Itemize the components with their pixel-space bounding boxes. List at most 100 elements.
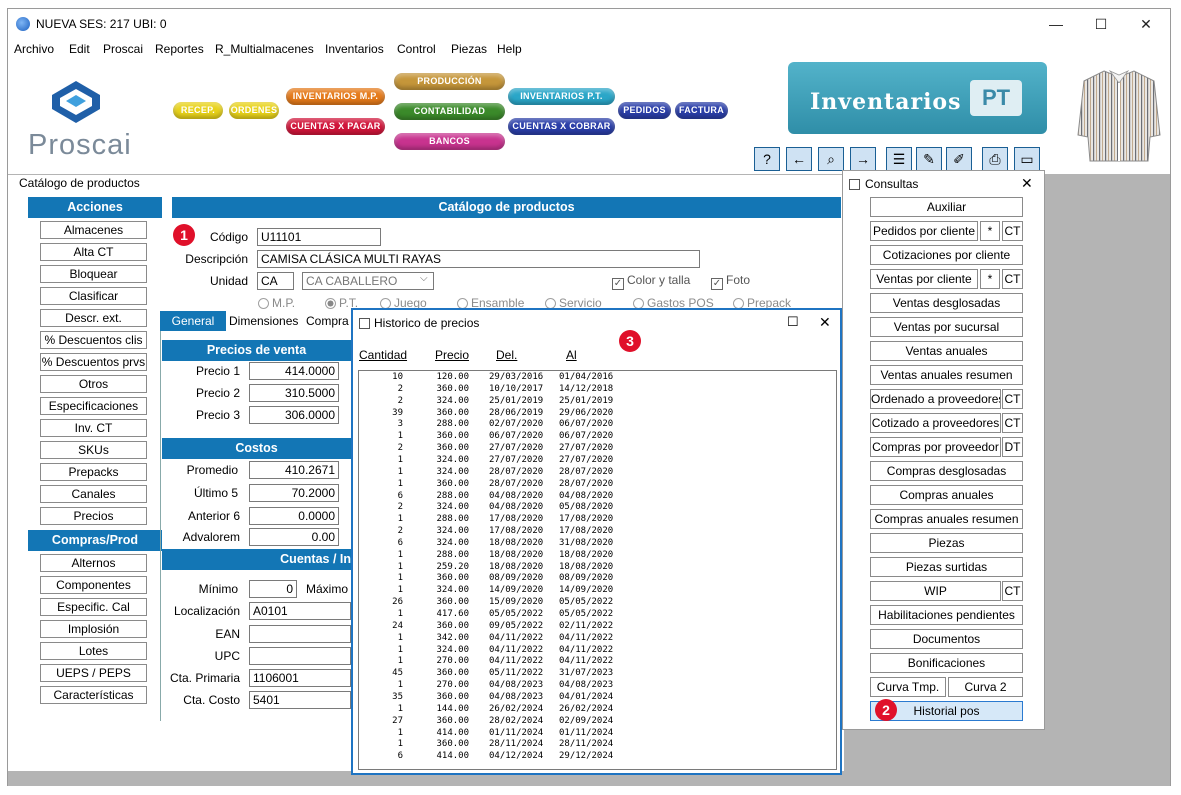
printer-icon[interactable]: ⎙ [982, 147, 1008, 171]
table-row[interactable]: 1 259.20 18/08/2020 18/08/2020 [359, 562, 836, 573]
menu-help[interactable]: Help [497, 42, 522, 56]
curva-tmp-button[interactable]: Curva Tmp. [870, 677, 946, 697]
curva-2-button[interactable]: Curva 2 [948, 677, 1023, 697]
precio1-field[interactable]: 414.0000 [249, 362, 339, 380]
column-cantidad[interactable]: Cantidad [359, 348, 407, 362]
module-recep[interactable]: RECEP. [173, 102, 223, 119]
table-row[interactable]: 1 342.00 04/11/2022 04/11/2022 [359, 633, 836, 644]
precio2-field[interactable]: 310.5000 [249, 384, 339, 402]
table-row[interactable]: 35 360.00 04/08/2023 04/01/2024 [359, 692, 836, 703]
ordenado-proveedores-button[interactable]: Ordenado a proveedores [870, 389, 1001, 409]
menu-reportes[interactable]: Reportes [155, 42, 204, 56]
module-ordenes[interactable]: ORDENES [229, 102, 279, 119]
column-del[interactable]: Del. [496, 348, 517, 362]
inv-ct-button[interactable]: Inv. CT [40, 419, 147, 437]
habilitaciones-pendientes-button[interactable]: Habilitaciones pendientes [870, 605, 1023, 625]
ventas-cliente-star-button[interactable]: * [980, 269, 1000, 289]
table-row[interactable]: 1 360.00 28/07/2020 28/07/2020 [359, 479, 836, 490]
table-row[interactable]: 1 360.00 28/11/2024 28/11/2024 [359, 739, 836, 750]
menu-edit[interactable]: Edit [69, 42, 90, 56]
table-row[interactable]: 2 324.00 04/08/2020 05/08/2020 [359, 502, 836, 513]
documentos-button[interactable]: Documentos [870, 629, 1023, 649]
table-row[interactable]: 1 360.00 08/09/2020 08/09/2020 [359, 573, 836, 584]
table-row[interactable]: 1 288.00 18/08/2020 18/08/2020 [359, 550, 836, 561]
skus-button[interactable]: SKUs [40, 441, 147, 459]
compras-proveedor-button[interactable]: Compras por proveedor [870, 437, 1001, 457]
menu-control[interactable]: Control [397, 42, 436, 56]
piezas-button[interactable]: Piezas [870, 533, 1023, 553]
compras-desglosadas-button[interactable]: Compras desglosadas [870, 461, 1023, 481]
ordenado-proveedores-ct-button[interactable]: CT [1002, 389, 1023, 409]
consultas-close-icon[interactable]: ✕ [1021, 175, 1033, 192]
color-talla-checkbox[interactable]: ✓ Color y talla [612, 273, 690, 290]
table-row[interactable]: 3 288.00 02/07/2020 06/07/2020 [359, 419, 836, 430]
precio3-field[interactable]: 306.0000 [249, 406, 339, 424]
chevron-down-icon[interactable]: ⌵ [420, 273, 428, 284]
module-pedidos[interactable]: PEDIDOS [618, 102, 671, 119]
table-row[interactable]: 6 324.00 18/08/2020 31/08/2020 [359, 538, 836, 549]
pencil-icon[interactable]: ✐ [946, 147, 972, 171]
table-row[interactable]: 1 360.00 06/07/2020 06/07/2020 [359, 431, 836, 442]
table-row[interactable]: 45 360.00 05/11/2022 31/07/2023 [359, 668, 836, 679]
module-inventarios-pt[interactable]: INVENTARIOS P.T. [508, 88, 615, 105]
pedidos-cliente-button[interactable]: Pedidos por cliente [870, 221, 978, 241]
radio-mp[interactable]: M.P. [258, 296, 295, 310]
wip-ct-button[interactable]: CT [1002, 581, 1023, 601]
compras-proveedor-dt-button[interactable]: DT [1002, 437, 1023, 457]
module-bancos[interactable]: BANCOS [394, 133, 505, 150]
historico-close-button[interactable]: ✕ [819, 314, 831, 331]
promedio-field[interactable]: 410.2671 [249, 461, 339, 479]
cotizaciones-cliente-button[interactable]: Cotizaciones por cliente [870, 245, 1023, 265]
tab-compra[interactable]: Compra [306, 311, 349, 331]
unidad-field[interactable]: CA [257, 272, 294, 290]
ventas-cliente-button[interactable]: Ventas por cliente [870, 269, 978, 289]
pedidos-cliente-star-button[interactable]: * [980, 221, 1000, 241]
alta-ct-button[interactable]: Alta CT [40, 243, 147, 261]
piezas-surtidas-button[interactable]: Piezas surtidas [870, 557, 1023, 577]
menu-proscai[interactable]: Proscai [103, 42, 143, 56]
module-factura[interactable]: FACTURA [675, 102, 728, 119]
ueps-peps-button[interactable]: UEPS / PEPS [40, 664, 147, 682]
ventas-desglosadas-button[interactable]: Ventas desglosadas [870, 293, 1023, 313]
table-row[interactable]: 1 324.00 27/07/2020 27/07/2020 [359, 455, 836, 466]
table-row[interactable]: 1 417.60 05/05/2022 05/05/2022 [359, 609, 836, 620]
table-row[interactable]: 2 324.00 25/01/2019 25/01/2019 [359, 396, 836, 407]
column-al[interactable]: Al [566, 348, 577, 362]
table-row[interactable]: 1 324.00 14/09/2020 14/09/2020 [359, 585, 836, 596]
module-cuentas-x-pagar[interactable]: CUENTAS X PAGAR [286, 118, 385, 135]
menu-archivo[interactable]: Archivo [14, 42, 54, 56]
almacenes-button[interactable]: Almacenes [40, 221, 147, 239]
codigo-field[interactable]: U11101 [257, 228, 381, 246]
table-row[interactable]: 2 360.00 27/07/2020 27/07/2020 [359, 443, 836, 454]
caracteristicas-button[interactable]: Características [40, 686, 147, 704]
ventas-anuales-resumen-button[interactable]: Ventas anuales resumen [870, 365, 1023, 385]
advalorem-field[interactable]: 0.00 [249, 528, 339, 546]
ventas-sucursal-button[interactable]: Ventas por sucursal [870, 317, 1023, 337]
minimize-button[interactable]: — [1036, 13, 1076, 35]
table-row[interactable]: 1 288.00 17/08/2020 17/08/2020 [359, 514, 836, 525]
anterior6-field[interactable]: 0.0000 [249, 507, 339, 525]
table-row[interactable]: 1 270.00 04/11/2022 04/11/2022 [359, 656, 836, 667]
table-row[interactable]: 6 414.00 04/12/2024 29/12/2024 [359, 751, 836, 762]
window-icon[interactable]: ▭ [1014, 147, 1040, 171]
descripcion-field[interactable]: CAMISA CLÁSICA MULTI RAYAS [257, 250, 700, 268]
table-row[interactable]: 1 270.00 04/08/2023 04/08/2023 [359, 680, 836, 691]
lotes-button[interactable]: Lotes [40, 642, 147, 660]
table-row[interactable]: 1 324.00 04/11/2022 04/11/2022 [359, 645, 836, 656]
module-cuentas-x-cobrar[interactable]: CUENTAS X COBRAR [508, 118, 615, 135]
table-row[interactable]: 39 360.00 28/06/2019 29/06/2020 [359, 408, 836, 419]
foto-checkbox[interactable]: ✓ Foto [711, 273, 750, 290]
canales-button[interactable]: Canales [40, 485, 147, 503]
cotizado-proveedores-ct-button[interactable]: CT [1002, 413, 1023, 433]
menu-inventarios[interactable]: Inventarios [325, 42, 384, 56]
historico-list[interactable]: 10 120.00 29/03/2016 01/04/2016 2 360.00 10/10… [358, 370, 837, 770]
especificaciones-button[interactable]: Especificaciones [40, 397, 147, 415]
implosion-button[interactable]: Implosión [40, 620, 147, 638]
menu-r-multialmacenes[interactable]: R_Multialmacenes [215, 42, 314, 56]
table-row[interactable]: 24 360.00 09/05/2022 02/11/2022 [359, 621, 836, 632]
help-icon[interactable]: ? [754, 147, 780, 171]
especific-cal-button[interactable]: Especific. Cal [40, 598, 147, 616]
module-contabilidad[interactable]: CONTABILIDAD [394, 103, 505, 120]
menu-piezas[interactable]: Piezas [451, 42, 487, 56]
precios-button[interactable]: Precios [40, 507, 147, 525]
